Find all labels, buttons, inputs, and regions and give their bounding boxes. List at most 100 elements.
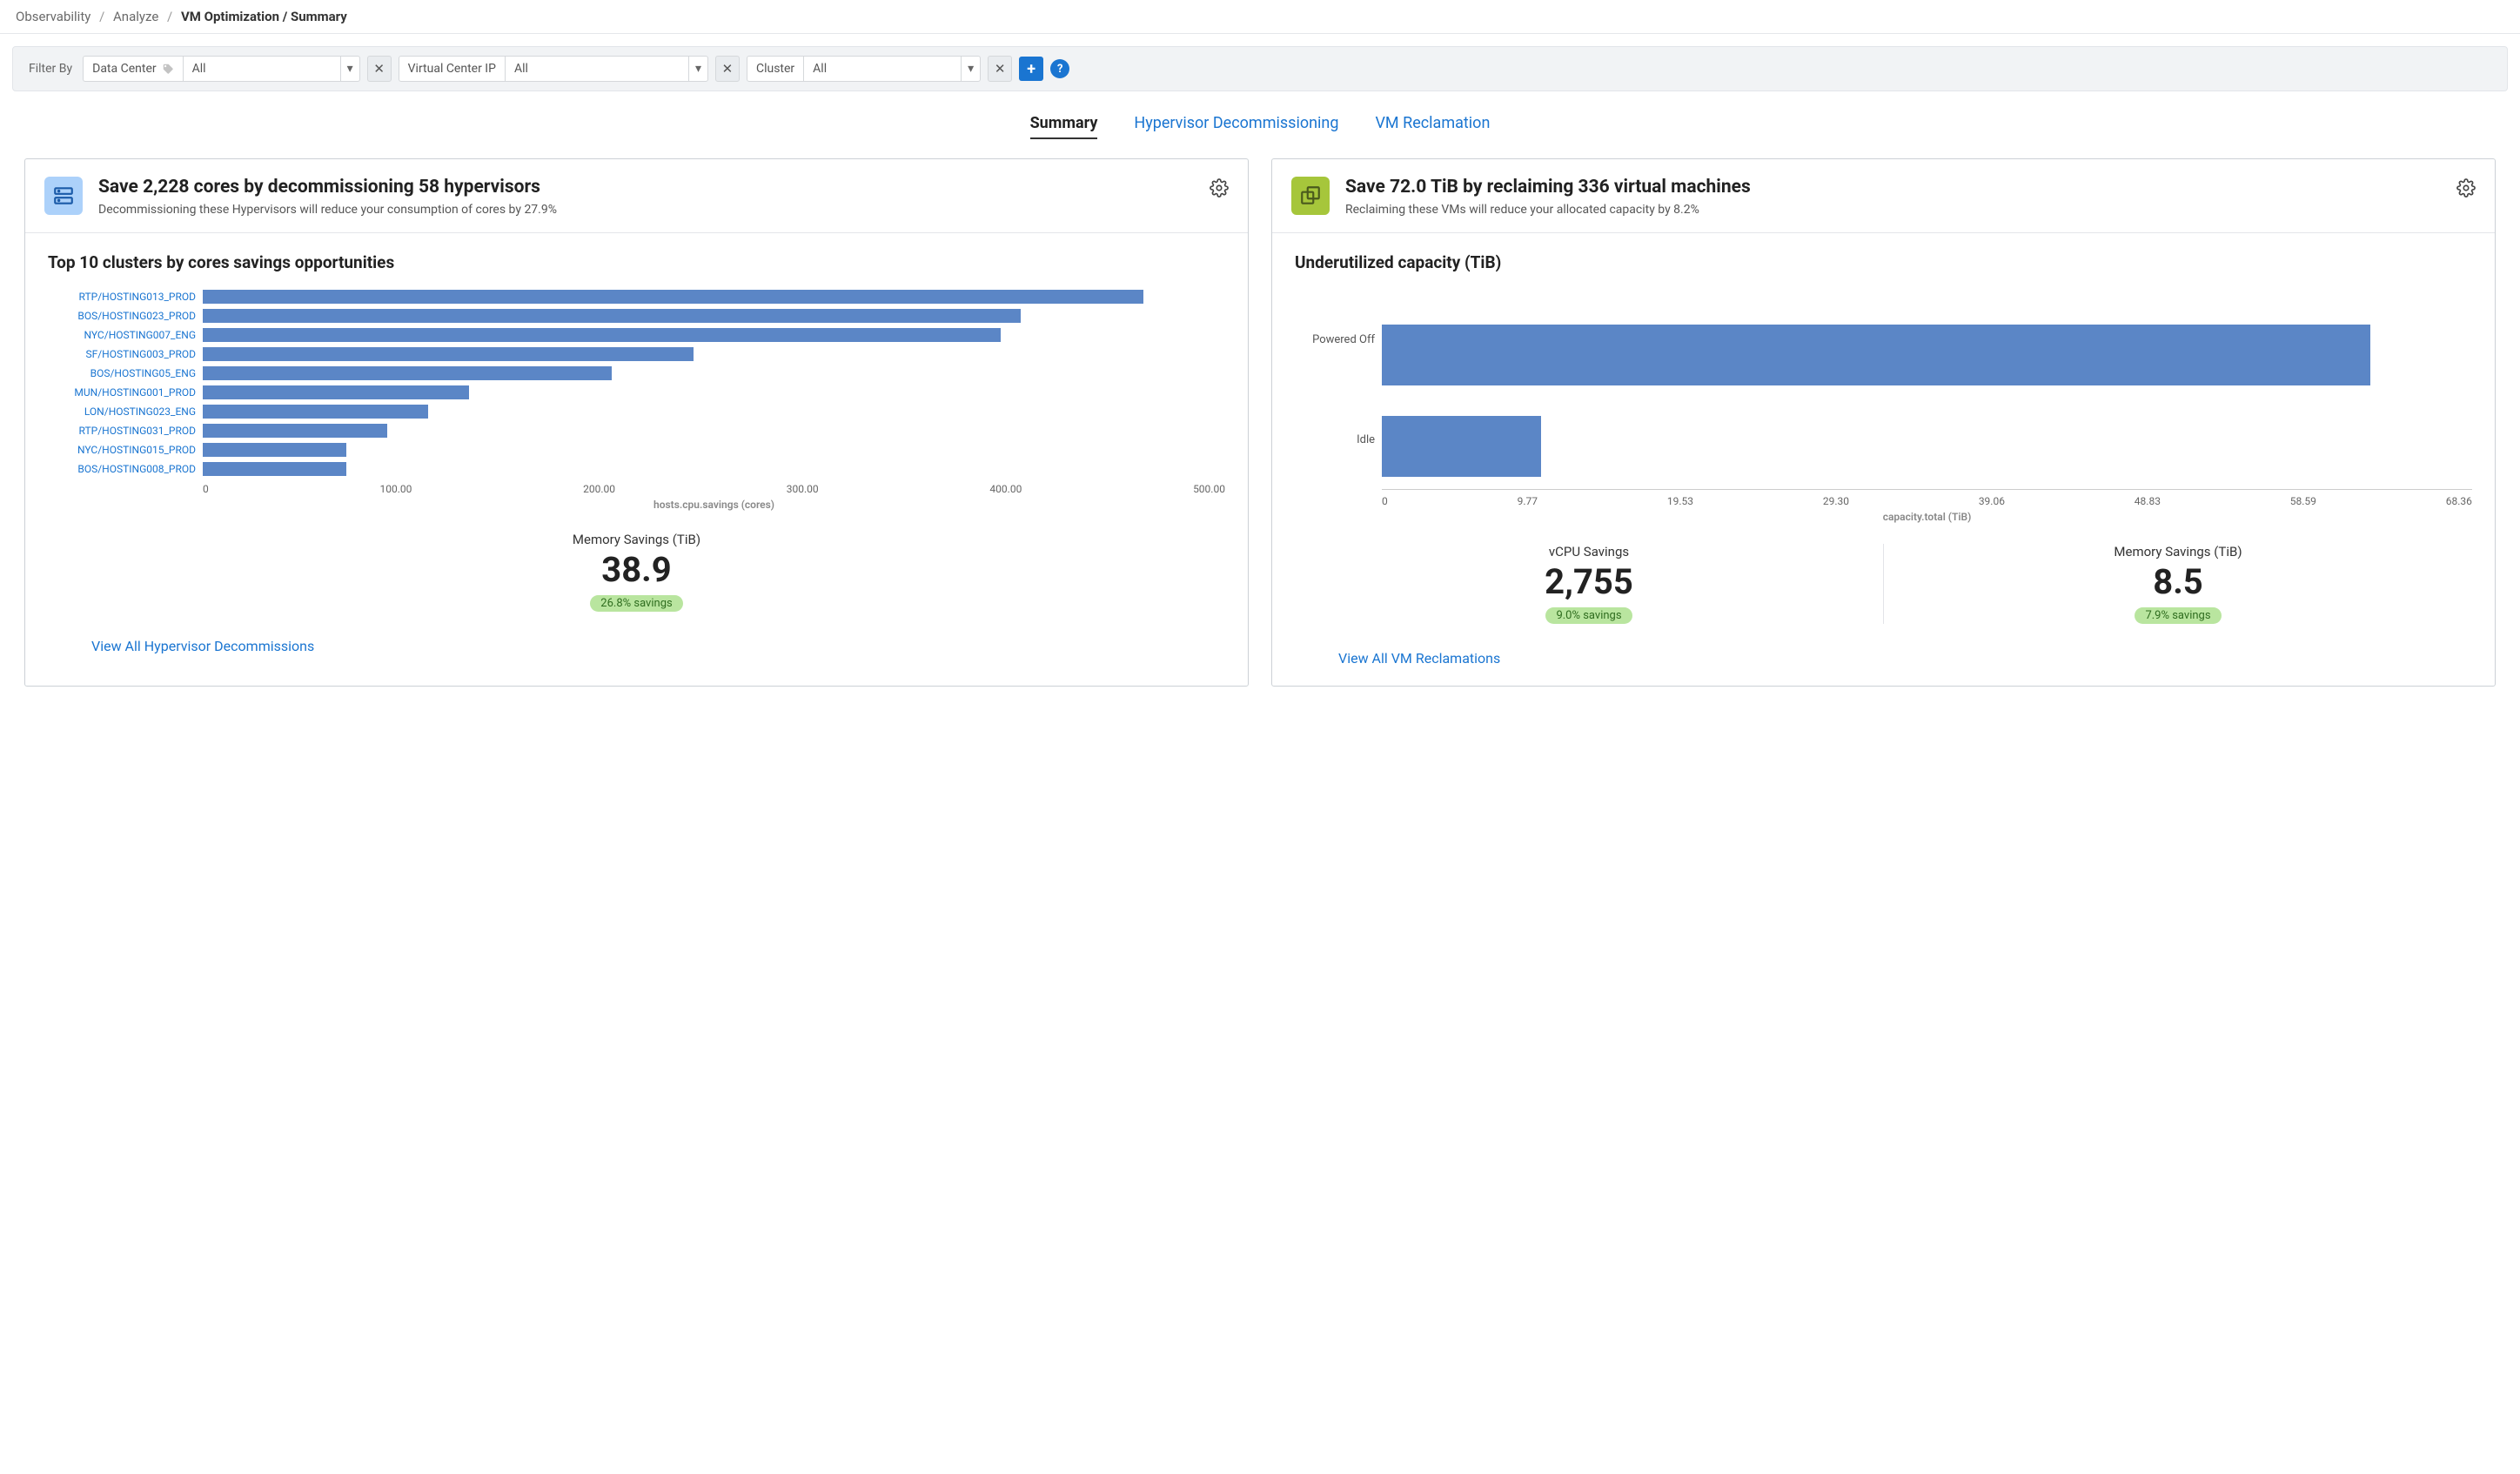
bar-category[interactable]: NYC/HOSTING007_ENG — [48, 329, 196, 341]
filter-vc-value: All — [506, 57, 688, 81]
stat-label: Memory Savings (TiB) — [1901, 544, 2455, 559]
filter-datacenter-remove[interactable]: ✕ — [367, 56, 392, 82]
bar — [1382, 416, 1541, 477]
tick: 58.59 — [2290, 495, 2316, 507]
chart-clusters-bars: RTP/HOSTING013_PROD BOS/HOSTING023_PROD NY… — [48, 290, 1225, 476]
view-all-hypervisor-link[interactable]: View All Hypervisor Decommissions — [25, 617, 1248, 673]
bar — [203, 443, 346, 457]
filter-bar: Filter By Data Center All ▾ ✕ Virtual Ce… — [12, 46, 2508, 91]
bar — [203, 405, 428, 419]
panel-vm-reclamation: Save 72.0 TiB by reclaiming 336 virtual … — [1271, 158, 2496, 687]
bar-category: Powered Off — [1295, 333, 1375, 346]
chart-x-axis-ticks: 09.7719.5329.3039.0648.8358.5968.36 — [1382, 495, 2472, 507]
bar — [203, 328, 1001, 342]
filter-virtual-center[interactable]: Virtual Center IP All ▾ — [399, 56, 708, 82]
chart-x-axis-ticks: 0100.00200.00300.00400.00500.00 — [203, 483, 1225, 495]
bar-row: NYC/HOSTING015_PROD — [48, 443, 1225, 457]
chart-title: Top 10 clusters by cores savings opportu… — [48, 252, 1225, 272]
panel-title: Save 2,228 cores by decommissioning 58 h… — [98, 177, 1194, 198]
crumb-observability[interactable]: Observability — [16, 9, 90, 24]
filter-cluster-value: All — [804, 57, 961, 81]
tick: 39.06 — [1979, 495, 2005, 507]
rack-icon — [44, 177, 83, 215]
bar-row: LON/HOSTING023_ENG — [48, 405, 1225, 419]
bar — [203, 424, 387, 438]
bar-category[interactable]: RTP/HOSTING031_PROD — [48, 425, 196, 437]
chevron-down-icon[interactable]: ▾ — [688, 57, 707, 81]
bar-category[interactable]: MUN/HOSTING001_PROD — [48, 386, 196, 399]
plus-icon: + — [1027, 60, 1035, 78]
gear-icon[interactable] — [1210, 178, 1229, 198]
bar-row: SF/HOSTING003_PROD — [48, 347, 1225, 361]
filter-cluster-label: Cluster — [747, 57, 804, 81]
chart-x-axis-label: capacity.total (TiB) — [1295, 511, 2472, 523]
bar-category[interactable]: LON/HOSTING023_ENG — [48, 405, 196, 418]
bar-row: NYC/HOSTING007_ENG — [48, 328, 1225, 342]
breadcrumb-sep: / — [167, 9, 172, 24]
crumb-analyze[interactable]: Analyze — [113, 9, 158, 24]
bar — [203, 347, 694, 361]
tick: 200.00 — [583, 483, 615, 495]
stat-label: Memory Savings (TiB) — [65, 532, 1208, 547]
panel-title: Save 72.0 TiB by reclaiming 336 virtual … — [1345, 177, 2441, 198]
help-icon[interactable]: ? — [1050, 59, 1069, 78]
filter-vc-remove[interactable]: ✕ — [715, 56, 740, 82]
bar — [203, 462, 346, 476]
bar-row: RTP/HOSTING031_PROD — [48, 424, 1225, 438]
tab-summary[interactable]: Summary — [1030, 114, 1098, 139]
bar — [203, 290, 1143, 304]
tick: 0 — [1382, 495, 1388, 507]
reclaim-icon — [1291, 177, 1330, 215]
tick: 9.77 — [1518, 495, 1538, 507]
tick: 400.00 — [989, 483, 1022, 495]
gear-icon[interactable] — [2456, 178, 2476, 198]
chevron-down-icon[interactable]: ▾ — [961, 57, 980, 81]
stat-badge: 26.8% savings — [590, 595, 682, 612]
stat-label: vCPU Savings — [1312, 544, 1866, 559]
chevron-down-icon[interactable]: ▾ — [340, 57, 359, 81]
bar-row: BOS/HOSTING008_PROD — [48, 462, 1225, 476]
tag-icon — [162, 63, 174, 75]
tick: 100.00 — [380, 483, 412, 495]
close-icon: ✕ — [722, 61, 734, 77]
bar-category[interactable]: BOS/HOSTING008_PROD — [48, 463, 196, 475]
tab-hypervisor-decommissioning[interactable]: Hypervisor Decommissioning — [1134, 114, 1338, 139]
panel-hypervisor-savings: Save 2,228 cores by decommissioning 58 h… — [24, 158, 1249, 687]
breadcrumb: Observability / Analyze / VM Optimizatio… — [0, 0, 2520, 34]
stat-vcpu-savings: vCPU Savings 2,755 9.0% savings — [1295, 544, 1883, 624]
stat-memory-savings: Memory Savings (TiB) 8.5 7.9% savings — [1883, 544, 2472, 624]
stat-badge: 9.0% savings — [1545, 607, 1632, 624]
chart-x-axis-label: hosts.cpu.savings (cores) — [48, 499, 1225, 511]
tick: 500.00 — [1193, 483, 1225, 495]
bar-row: BOS/HOSTING05_ENG — [48, 366, 1225, 380]
filter-cluster[interactable]: Cluster All ▾ — [747, 56, 981, 82]
filter-vc-label: Virtual Center IP — [399, 57, 506, 81]
filter-datacenter[interactable]: Data Center All ▾ — [83, 56, 360, 82]
filter-cluster-remove[interactable]: ✕ — [988, 56, 1012, 82]
view-all-vm-reclamations-link[interactable]: View All VM Reclamations — [1272, 629, 2495, 686]
add-filter-button[interactable]: + — [1019, 57, 1043, 81]
chart-title: Underutilized capacity (TiB) — [1295, 252, 2472, 272]
bar-category[interactable]: RTP/HOSTING013_PROD — [48, 291, 196, 303]
stat-memory-savings: Memory Savings (TiB) 38.9 26.8% savings — [48, 532, 1225, 612]
stat-badge: 7.9% savings — [2135, 607, 2221, 624]
filter-label: Filter By — [29, 62, 72, 76]
tick: 29.30 — [1823, 495, 1849, 507]
stat-value: 2,755 — [1312, 561, 1866, 602]
tick: 19.53 — [1667, 495, 1693, 507]
bar — [1382, 325, 2370, 385]
bar-category[interactable]: SF/HOSTING003_PROD — [48, 348, 196, 360]
panel-subtitle: Decommissioning these Hypervisors will r… — [98, 203, 1194, 217]
stat-value: 8.5 — [1901, 561, 2455, 602]
bar — [203, 309, 1021, 323]
bar-category[interactable]: NYC/HOSTING015_PROD — [48, 444, 196, 456]
bar-category[interactable]: BOS/HOSTING023_PROD — [48, 310, 196, 322]
panel-subtitle: Reclaiming these VMs will reduce your al… — [1345, 203, 2441, 217]
breadcrumb-sep: / — [99, 9, 104, 24]
close-icon: ✕ — [995, 61, 1006, 77]
bar-category[interactable]: BOS/HOSTING05_ENG — [48, 367, 196, 379]
bar-row: BOS/HOSTING023_PROD — [48, 309, 1225, 323]
tick: 48.83 — [2135, 495, 2161, 507]
filter-datacenter-label: Data Center — [84, 57, 184, 81]
tab-vm-reclamation[interactable]: VM Reclamation — [1375, 114, 1490, 139]
